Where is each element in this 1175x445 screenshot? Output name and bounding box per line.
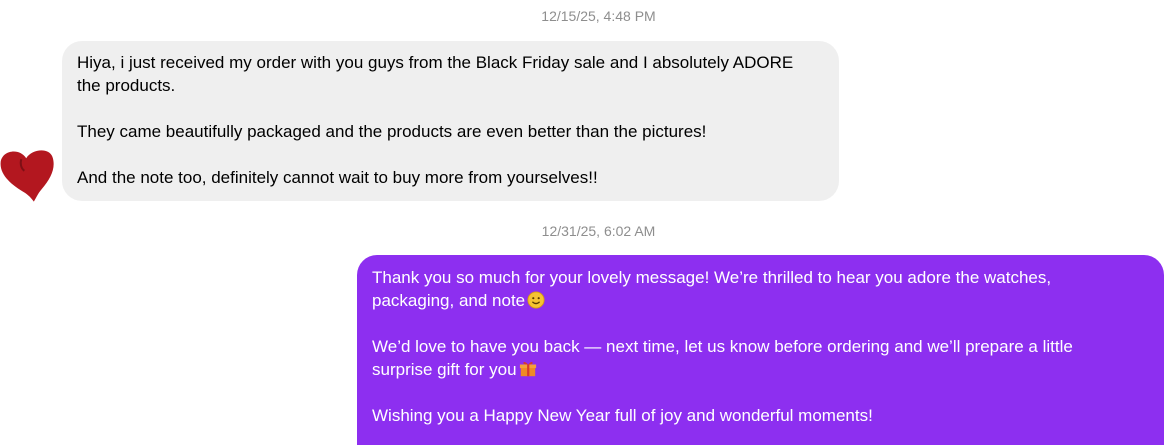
message-paragraph: Hiya, i just received my order with you …: [77, 53, 794, 95]
message-paragraph: Wishing you a Happy New Year full of joy…: [372, 406, 873, 425]
message-timestamp: 12/31/25, 6:02 AM: [541, 223, 656, 239]
message-paragraph: They came beautifully packaged and the p…: [77, 122, 707, 141]
message-paragraph: We’d love to have you back — next time, …: [372, 337, 1073, 379]
heart-icon[interactable]: [0, 144, 58, 204]
smiling-face-emoji-icon: [527, 291, 545, 309]
message-timestamp: 12/15/25, 4:48 PM: [541, 8, 656, 24]
message-paragraph: And the note too, definitely cannot wait…: [77, 168, 598, 187]
sent-message-bubble[interactable]: Thank you so much for your lovely messag…: [357, 255, 1164, 445]
received-message-bubble[interactable]: Hiya, i just received my order with you …: [62, 41, 839, 201]
gift-emoji-icon: [519, 362, 536, 377]
message-paragraph: Thank you so much for your lovely messag…: [372, 268, 1052, 310]
